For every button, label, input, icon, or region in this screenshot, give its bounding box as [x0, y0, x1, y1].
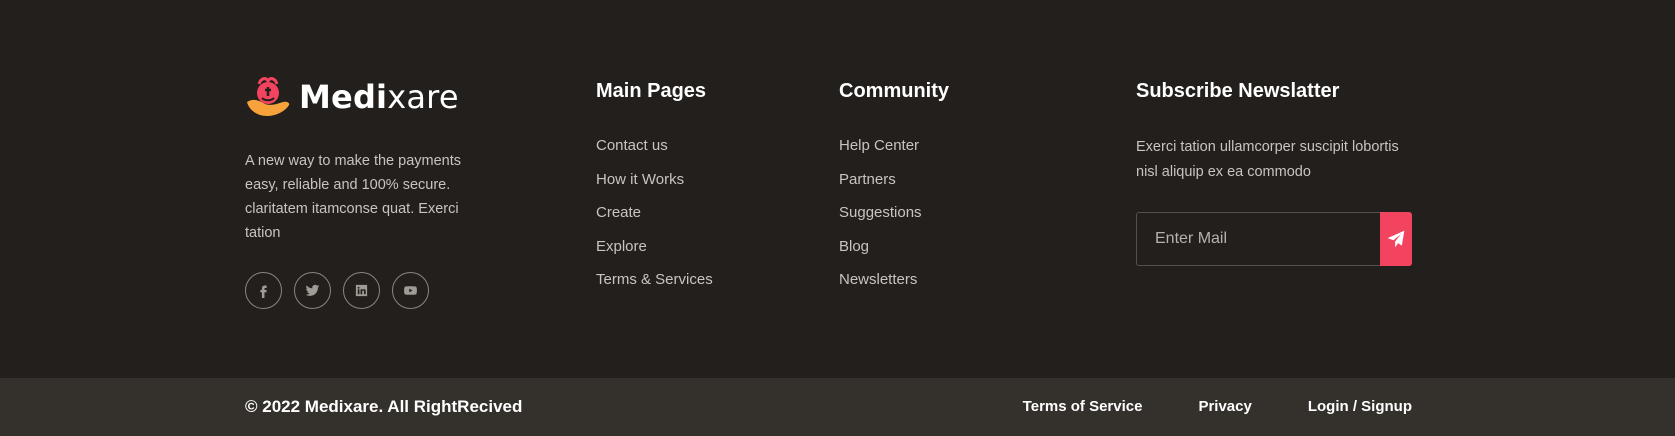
login-signup-link[interactable]: Login / Signup: [1308, 394, 1412, 420]
footer-bottom-bar: © 2022 Medixare. All RightRecived Terms …: [0, 378, 1675, 436]
logo-text-light: xare: [387, 78, 459, 116]
link-help-center[interactable]: Help Center: [839, 134, 949, 168]
community-column: Community Help Center Partners Suggestio…: [839, 76, 949, 302]
link-how-it-works[interactable]: How it Works: [596, 168, 713, 202]
link-explore[interactable]: Explore: [596, 235, 713, 269]
link-blog[interactable]: Blog: [839, 235, 949, 269]
facebook-button[interactable]: [245, 272, 282, 309]
link-contact-us[interactable]: Contact us: [596, 134, 713, 168]
link-create[interactable]: Create: [596, 201, 713, 235]
bottom-links: Terms of Service Privacy Login / Signup: [1023, 394, 1412, 420]
logo-wordmark: Medixare: [299, 76, 459, 118]
logo-text-bold: Medi: [299, 78, 388, 116]
social-links: [245, 272, 545, 309]
main-pages-links: Contact us How it Works Create Explore T…: [596, 134, 713, 302]
brand-column: Medixare A new way to make the payments …: [245, 76, 545, 309]
email-input[interactable]: [1136, 212, 1380, 266]
main-pages-column: Main Pages Contact us How it Works Creat…: [596, 76, 713, 302]
logo-mark-icon: [247, 77, 290, 116]
newsletter-heading: Subscribe Newslatter: [1136, 80, 1340, 102]
youtube-button[interactable]: [392, 272, 429, 309]
linkedin-icon: [355, 284, 368, 297]
link-suggestions[interactable]: Suggestions: [839, 201, 949, 235]
copyright-text: © 2022 Medixare. All RightRecived: [245, 397, 523, 416]
paper-plane-icon: [1387, 230, 1405, 248]
privacy-link[interactable]: Privacy: [1198, 394, 1251, 420]
linkedin-button[interactable]: [343, 272, 380, 309]
footer-main: Medixare A new way to make the payments …: [0, 0, 1675, 378]
community-heading: Community: [839, 80, 949, 102]
brand-description: A new way to make the payments easy, rel…: [245, 153, 461, 241]
link-partners[interactable]: Partners: [839, 168, 949, 202]
link-newsletters[interactable]: Newsletters: [839, 268, 949, 302]
send-button[interactable]: [1380, 212, 1412, 266]
newsletter-description: Exerci tation ullamcorper suscipit lobor…: [1136, 139, 1399, 180]
logo[interactable]: Medixare: [245, 76, 545, 118]
link-terms-services[interactable]: Terms & Services: [596, 268, 713, 302]
twitter-button[interactable]: [294, 272, 331, 309]
facebook-icon: [260, 285, 267, 298]
twitter-icon: [305, 284, 320, 296]
subscribe-form: [1136, 212, 1412, 266]
community-links: Help Center Partners Suggestions Blog Ne…: [839, 134, 949, 302]
terms-of-service-link[interactable]: Terms of Service: [1023, 394, 1143, 420]
youtube-icon: [404, 286, 417, 295]
main-pages-heading: Main Pages: [596, 80, 707, 102]
newsletter-column: Subscribe Newslatter Exerci tation ullam…: [1136, 76, 1412, 266]
